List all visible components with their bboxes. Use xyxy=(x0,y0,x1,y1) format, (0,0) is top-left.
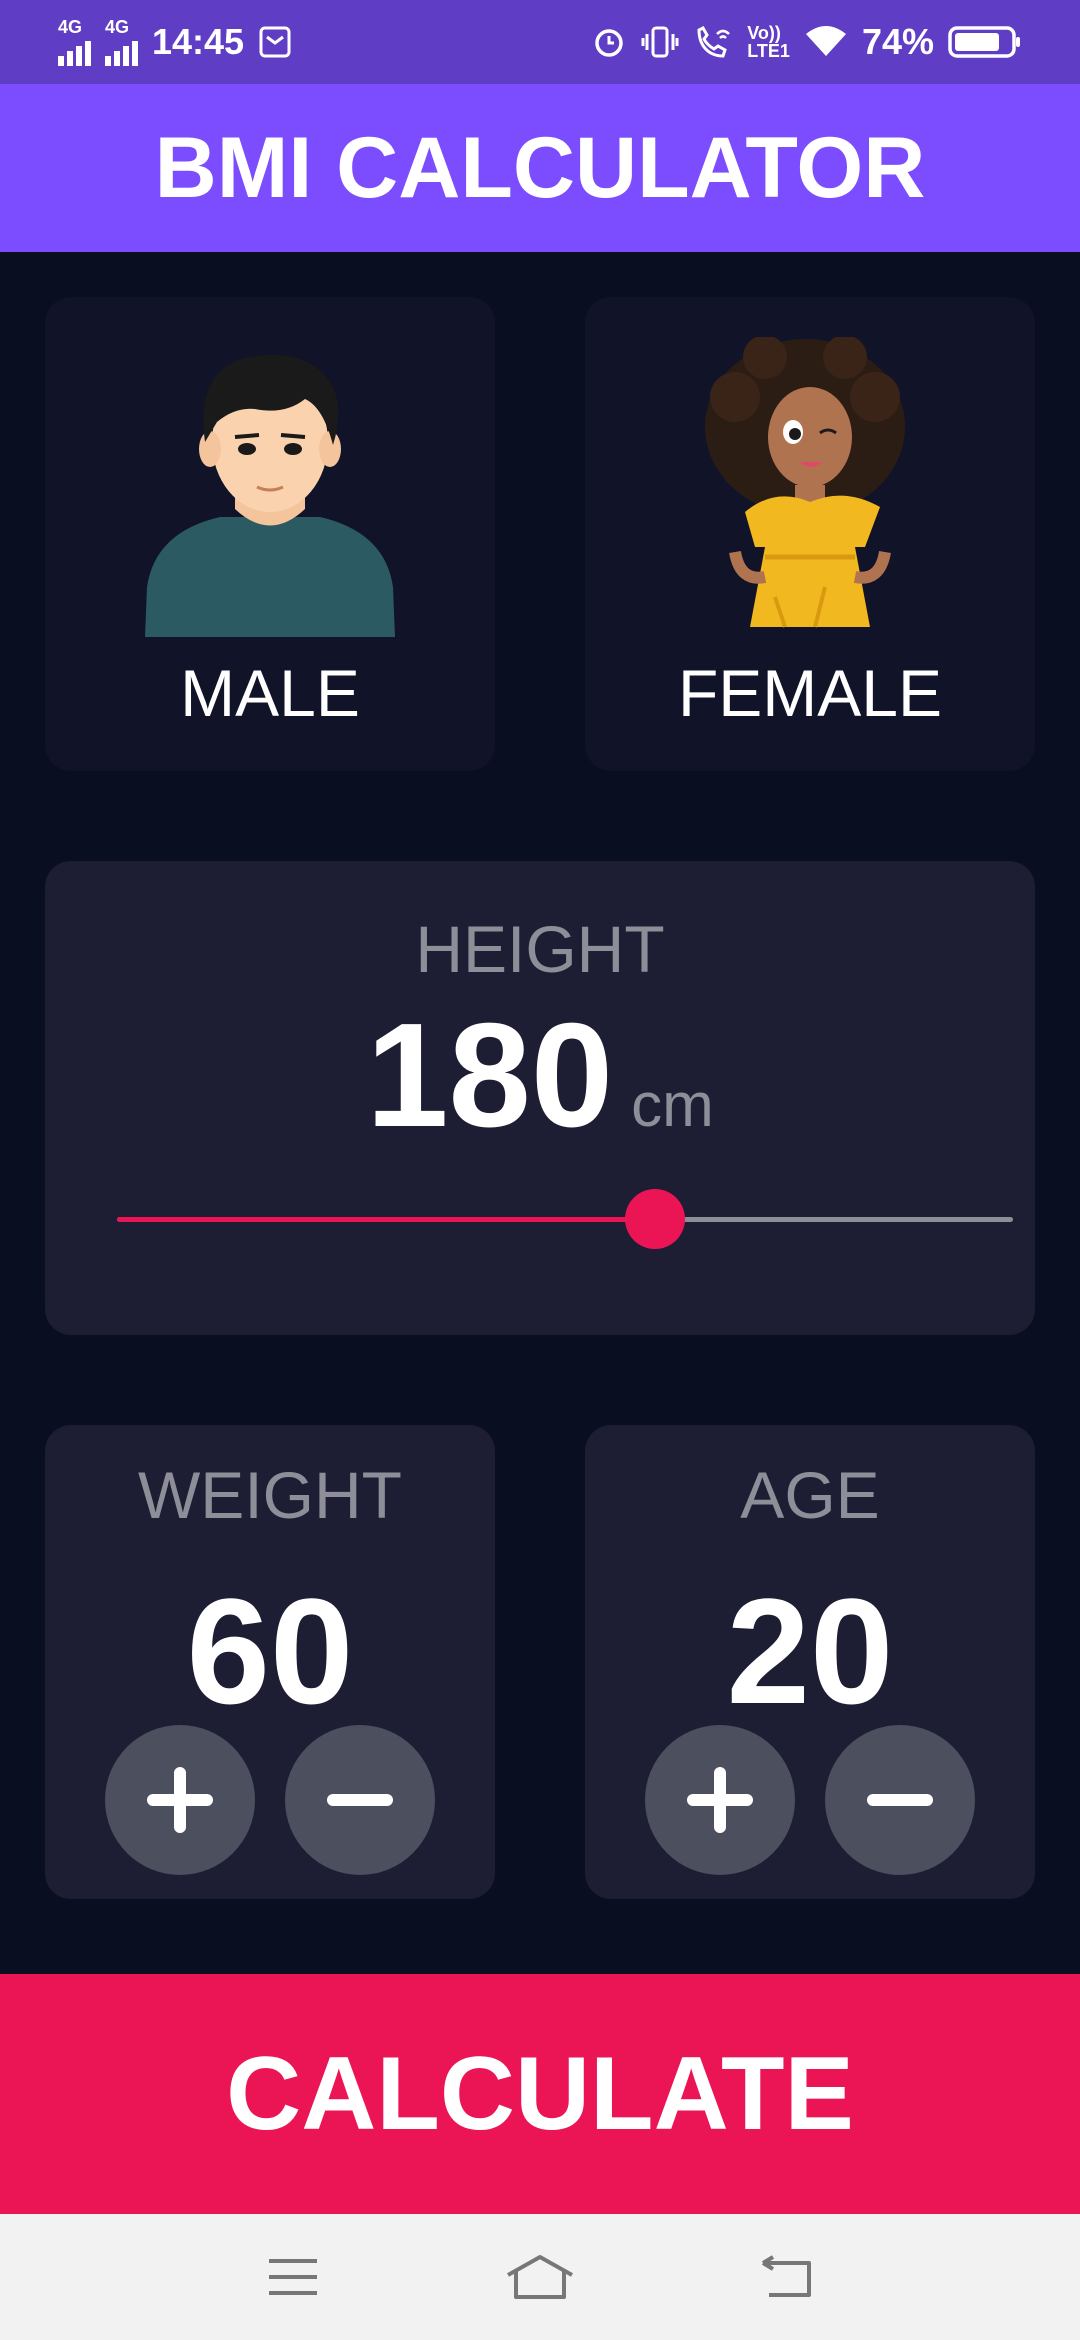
volte-label: Vo)) xyxy=(747,23,781,43)
weight-label: WEIGHT xyxy=(138,1458,402,1532)
weight-card: WEIGHT 60 xyxy=(45,1425,495,1899)
signal-icon xyxy=(105,36,138,66)
signal-1: 4G xyxy=(58,18,91,66)
minus-icon xyxy=(327,1794,393,1806)
female-label: FEMALE xyxy=(677,656,943,730)
app-bar: BMI CALCULATOR xyxy=(0,84,1080,252)
height-label: HEIGHT xyxy=(415,912,665,986)
calculate-button[interactable]: CALCULATE xyxy=(0,1974,1080,2214)
male-card[interactable]: MALE xyxy=(45,297,495,771)
nav-home-button[interactable] xyxy=(500,2247,580,2307)
nav-back-button[interactable] xyxy=(747,2247,827,2307)
age-card: AGE 20 xyxy=(585,1425,1035,1899)
height-value: 180 xyxy=(366,993,614,1158)
female-card[interactable]: FEMALE xyxy=(585,297,1035,771)
height-card: HEIGHT 180 cm xyxy=(45,861,1035,1335)
plus-icon xyxy=(687,1767,753,1833)
minus-icon xyxy=(867,1794,933,1806)
weight-increment-button[interactable] xyxy=(105,1725,255,1875)
wifi-calling-icon xyxy=(697,26,731,58)
age-label: AGE xyxy=(740,1458,880,1532)
height-unit: cm xyxy=(631,1071,714,1140)
back-icon xyxy=(761,2255,811,2297)
nav-menu-button[interactable] xyxy=(253,2247,333,2307)
menu-icon xyxy=(269,2259,318,2295)
height-slider[interactable] xyxy=(117,1189,1013,1249)
weight-value: 60 xyxy=(186,1567,354,1735)
slider-thumb[interactable] xyxy=(624,1189,685,1249)
height-value-row: 180 cm xyxy=(45,991,1035,1161)
battery-percent: 74% xyxy=(861,21,934,62)
weight-decrement-button[interactable] xyxy=(285,1725,435,1875)
home-icon xyxy=(507,2255,573,2299)
network-type-1: 4G xyxy=(58,17,83,37)
clock: 14:45 xyxy=(152,21,245,62)
female-avatar-icon xyxy=(705,337,905,628)
age-value: 20 xyxy=(726,1567,894,1735)
male-avatar-icon xyxy=(145,354,395,637)
status-right: Vo)) LTE1 74% xyxy=(591,21,1022,63)
male-label: MALE xyxy=(180,656,360,730)
battery-icon xyxy=(948,26,1020,58)
page-title: BMI CALCULATOR xyxy=(154,119,926,216)
system-nav-bar xyxy=(0,2214,1080,2340)
lte-label: LTE1 xyxy=(747,41,790,61)
slider-active-track xyxy=(117,1217,655,1222)
alarm-icon xyxy=(595,29,624,57)
age-decrement-button[interactable] xyxy=(825,1725,975,1875)
signal-icon xyxy=(58,36,91,66)
message-icon xyxy=(259,26,291,58)
volte-indicator: Vo)) LTE1 xyxy=(747,24,790,60)
status-left: 4G 4G 14:45 xyxy=(58,18,292,66)
calculate-label: CALCULATE xyxy=(226,2035,854,2152)
network-type-2: 4G xyxy=(105,17,130,37)
plus-icon xyxy=(147,1767,213,1833)
wifi-icon xyxy=(805,26,846,56)
signal-2: 4G xyxy=(105,18,138,66)
age-increment-button[interactable] xyxy=(645,1725,795,1875)
vibrate-icon xyxy=(641,26,679,58)
status-bar: 4G 4G 14:45 Vo)) LTE1 74% xyxy=(0,0,1080,84)
